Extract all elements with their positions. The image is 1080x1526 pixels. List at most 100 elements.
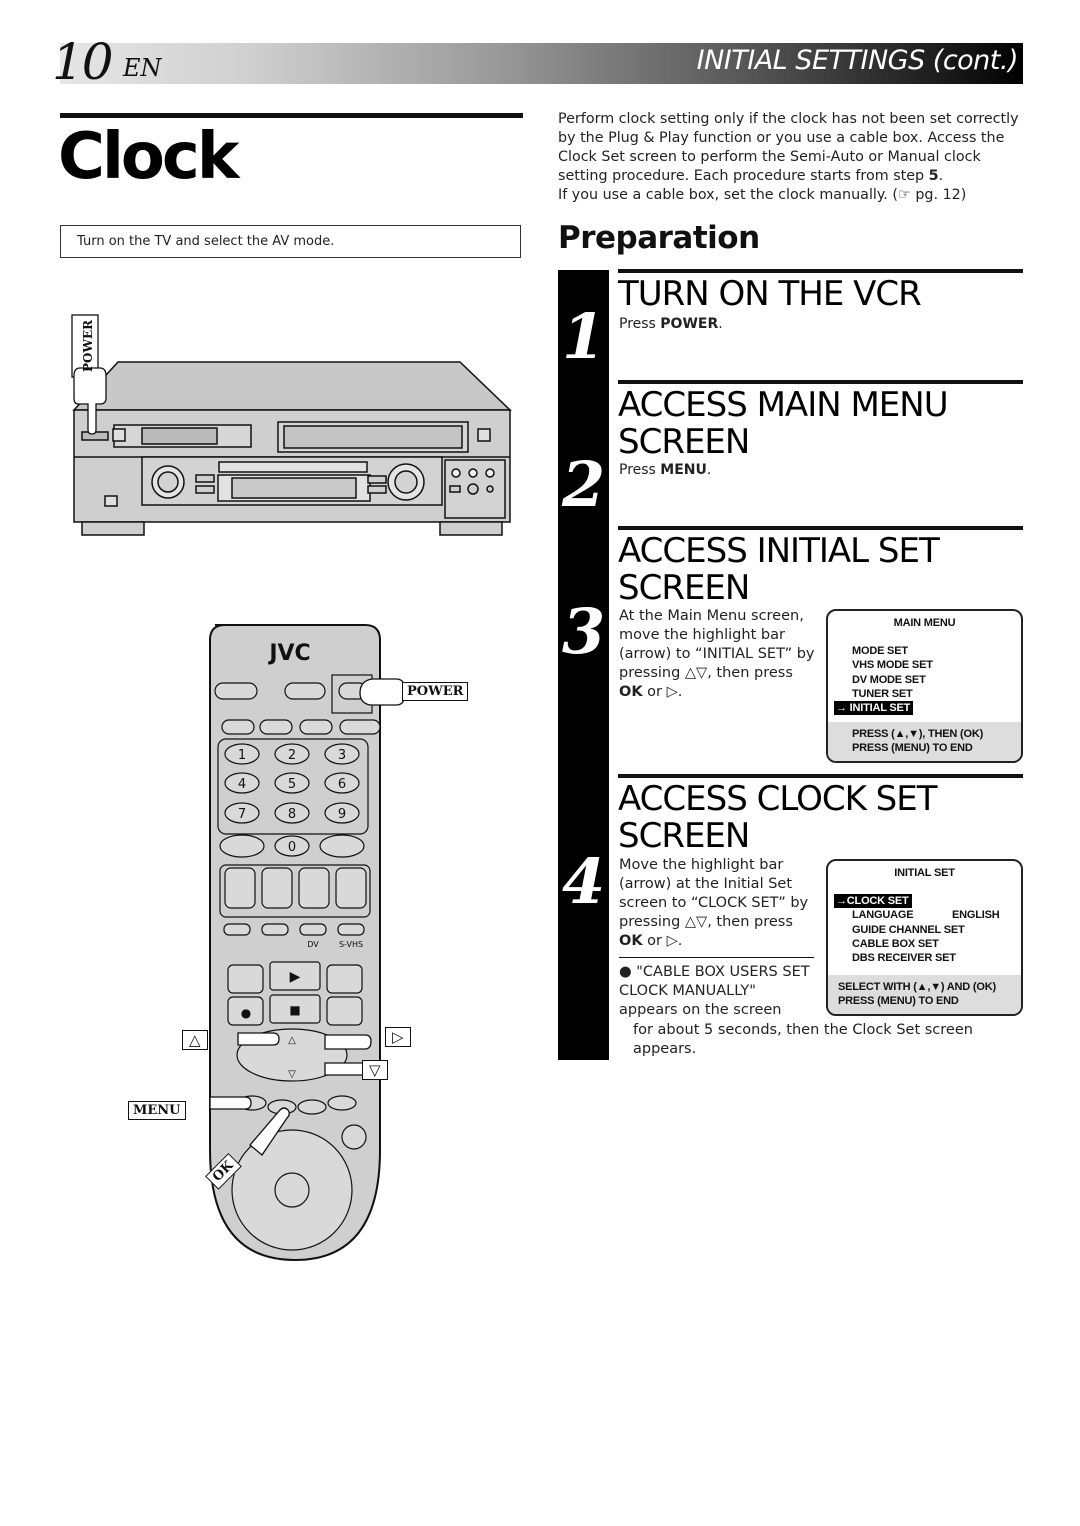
step-2-heading: ACCESS MAIN MENU SCREEN	[618, 385, 949, 462]
step-2-rule	[618, 380, 1023, 384]
menu-item-guide-channel-set: GUIDE CHANNEL SET	[852, 923, 965, 936]
step-2-text-pre: Press	[619, 462, 661, 478]
menu-item-clock-set-selected: →CLOCK SET	[834, 894, 912, 909]
remote-illustration: JVC 1 2 3 4 5 6 7 8 9 0 DV S-VHS ▶ ■ ● △…	[209, 624, 405, 1262]
step-2-text-post: .	[706, 462, 712, 478]
intro-cable-note: If you use a cable box, set the clock ma…	[558, 187, 967, 203]
step-4-text: Move the highlight bar (arrow) at the In…	[619, 856, 819, 951]
main-menu-screen: MAIN MENU MODE SET VHS MODE SET DV MODE …	[826, 609, 1023, 763]
play-icon: ▶	[290, 969, 301, 985]
menu-item-dv-mode-set: DV MODE SET	[852, 673, 926, 686]
tv-note-box: Turn on the TV and select the AV mode.	[60, 225, 521, 258]
step-number-3: 3	[562, 595, 606, 668]
step-number-1: 1	[562, 300, 606, 373]
step-4-heading-line1: ACCESS CLOCK SET	[618, 779, 938, 819]
preparation-heading: Preparation	[558, 220, 760, 256]
step-3-heading-line2: SCREEN	[618, 568, 750, 608]
key-6: 6	[338, 777, 346, 792]
step-3-heading: ACCESS INITIAL SET SCREEN	[618, 531, 940, 608]
step-2-text: Press MENU.	[619, 461, 711, 480]
section-title: INITIAL SETTINGS (cont.)	[696, 45, 1019, 76]
main-menu-footer: PRESS (▲,▼), THEN (OK) PRESS (MENU) TO E…	[828, 722, 1021, 761]
svhs-badge: S-VHS	[339, 940, 363, 949]
step-number-2: 2	[562, 448, 606, 521]
language-value: ENGLISH	[952, 909, 1000, 922]
menu-item-tuner-set: TUNER SET	[852, 687, 913, 700]
bullet-icon: ●	[619, 964, 637, 980]
step-4-rule	[618, 774, 1023, 778]
remote-brand: JVC	[267, 641, 310, 666]
power-keyword: POWER	[660, 316, 719, 332]
step-4-bullet: ● "CABLE BOX USERS SET CLOCK MANUALLY" a…	[619, 963, 815, 1020]
up-callout: △	[182, 1030, 208, 1050]
main-menu-footer-line2: PRESS (MENU) TO END	[852, 742, 973, 754]
initial-set-footer: SELECT WITH (▲,▼) AND (OK) PRESS (MENU) …	[828, 975, 1021, 1014]
step-4-text-pre: Move the highlight bar (arrow) at the In…	[619, 857, 809, 930]
dv-badge: DV	[307, 940, 319, 949]
step-4-heading: ACCESS CLOCK SET SCREEN	[618, 779, 938, 856]
initial-set-footer-line2: PRESS (MENU) TO END	[838, 995, 959, 1007]
key-9: 9	[338, 807, 346, 822]
intro-step-ref: 5	[928, 168, 939, 184]
menu-item-language: LANGUAGE ENGLISH	[852, 908, 1021, 922]
key-8: 8	[288, 807, 296, 822]
step-3-rule	[618, 526, 1023, 530]
right-callout: ▷	[385, 1027, 411, 1047]
page-language: EN	[123, 54, 162, 82]
step-1-rule	[618, 269, 1023, 273]
initial-set-screen: INITIAL SET →CLOCK SET LANGUAGE ENGLISH G…	[826, 859, 1023, 1016]
language-label: LANGUAGE	[852, 909, 914, 922]
stop-icon: ■	[289, 1003, 300, 1017]
initial-set-footer-line1: SELECT WITH (▲,▼) AND (OK)	[838, 981, 996, 993]
page-title: Clock	[58, 120, 239, 194]
step-4-divider	[619, 957, 814, 958]
step-1-text: Press POWER.	[619, 315, 723, 334]
vcr-power-label: POWER	[81, 319, 95, 372]
intro-period: .	[938, 168, 944, 184]
ok-keyword: OK	[619, 684, 643, 700]
vcr-illustration: POWER	[71, 314, 512, 536]
step-3-text-post: or ▷.	[642, 684, 683, 700]
menu-item-mode-set: MODE SET	[852, 645, 908, 657]
menu-item-vhs-mode-set: VHS MODE SET	[852, 659, 933, 672]
menu-item-cable-box-set: CABLE BOX SET	[852, 937, 939, 950]
record-icon: ●	[241, 1006, 251, 1020]
step-number-4: 4	[562, 845, 606, 918]
step-1-text-pre: Press	[619, 316, 661, 332]
title-rule	[60, 113, 523, 118]
menu-item-initial-set-selected: → INITIAL SET	[834, 701, 914, 716]
main-menu-footer-line1: PRESS (▲,▼), THEN (OK)	[852, 728, 984, 740]
key-5: 5	[288, 777, 296, 792]
step-1-heading: TURN ON THE VCR	[618, 274, 922, 314]
intro-paragraph: Perform clock setting only if the clock …	[558, 110, 1028, 205]
ok-keyword-4: OK	[619, 933, 643, 949]
intro-text: Perform clock setting only if the clock …	[558, 111, 1019, 184]
initial-set-title: INITIAL SET	[894, 867, 955, 879]
main-menu-title: MAIN MENU	[893, 617, 956, 629]
power-callout: POWER	[402, 682, 469, 701]
step-3-heading-line1: ACCESS INITIAL SET	[618, 531, 940, 571]
step-2-heading-line1: ACCESS MAIN MENU	[618, 385, 949, 425]
key-0: 0	[288, 840, 296, 855]
key-1: 1	[238, 748, 246, 763]
step-3-text: At the Main Menu screen, move the highli…	[619, 607, 819, 702]
step-4-text-post: or ▷.	[642, 933, 683, 949]
page-number: 10	[52, 33, 114, 91]
key-4: 4	[238, 777, 246, 792]
step-4-bullet-cont: for about 5 seconds, then the Clock Set …	[633, 1022, 973, 1057]
step-3-text-pre: At the Main Menu screen, move the highli…	[619, 608, 815, 681]
up-arrow-icon: △	[288, 1035, 296, 1046]
step-2-heading-line2: SCREEN	[618, 422, 750, 462]
down-arrow-icon: ▽	[288, 1069, 296, 1080]
step-1-text-post: .	[718, 316, 723, 332]
step-4-heading-line2: SCREEN	[618, 816, 750, 856]
down-callout: ▽	[362, 1060, 388, 1080]
key-7: 7	[238, 807, 246, 822]
tv-note-text: Turn on the TV and select the AV mode.	[77, 234, 335, 249]
menu-callout: MENU	[128, 1101, 186, 1120]
step-4-bullet-text: "CABLE BOX USERS SET CLOCK MANUALLY" app…	[619, 964, 810, 1018]
menu-keyword: MENU	[660, 462, 707, 478]
key-2: 2	[288, 748, 296, 763]
key-3: 3	[338, 748, 346, 763]
menu-item-dbs-receiver-set: DBS RECEIVER SET	[852, 952, 956, 965]
